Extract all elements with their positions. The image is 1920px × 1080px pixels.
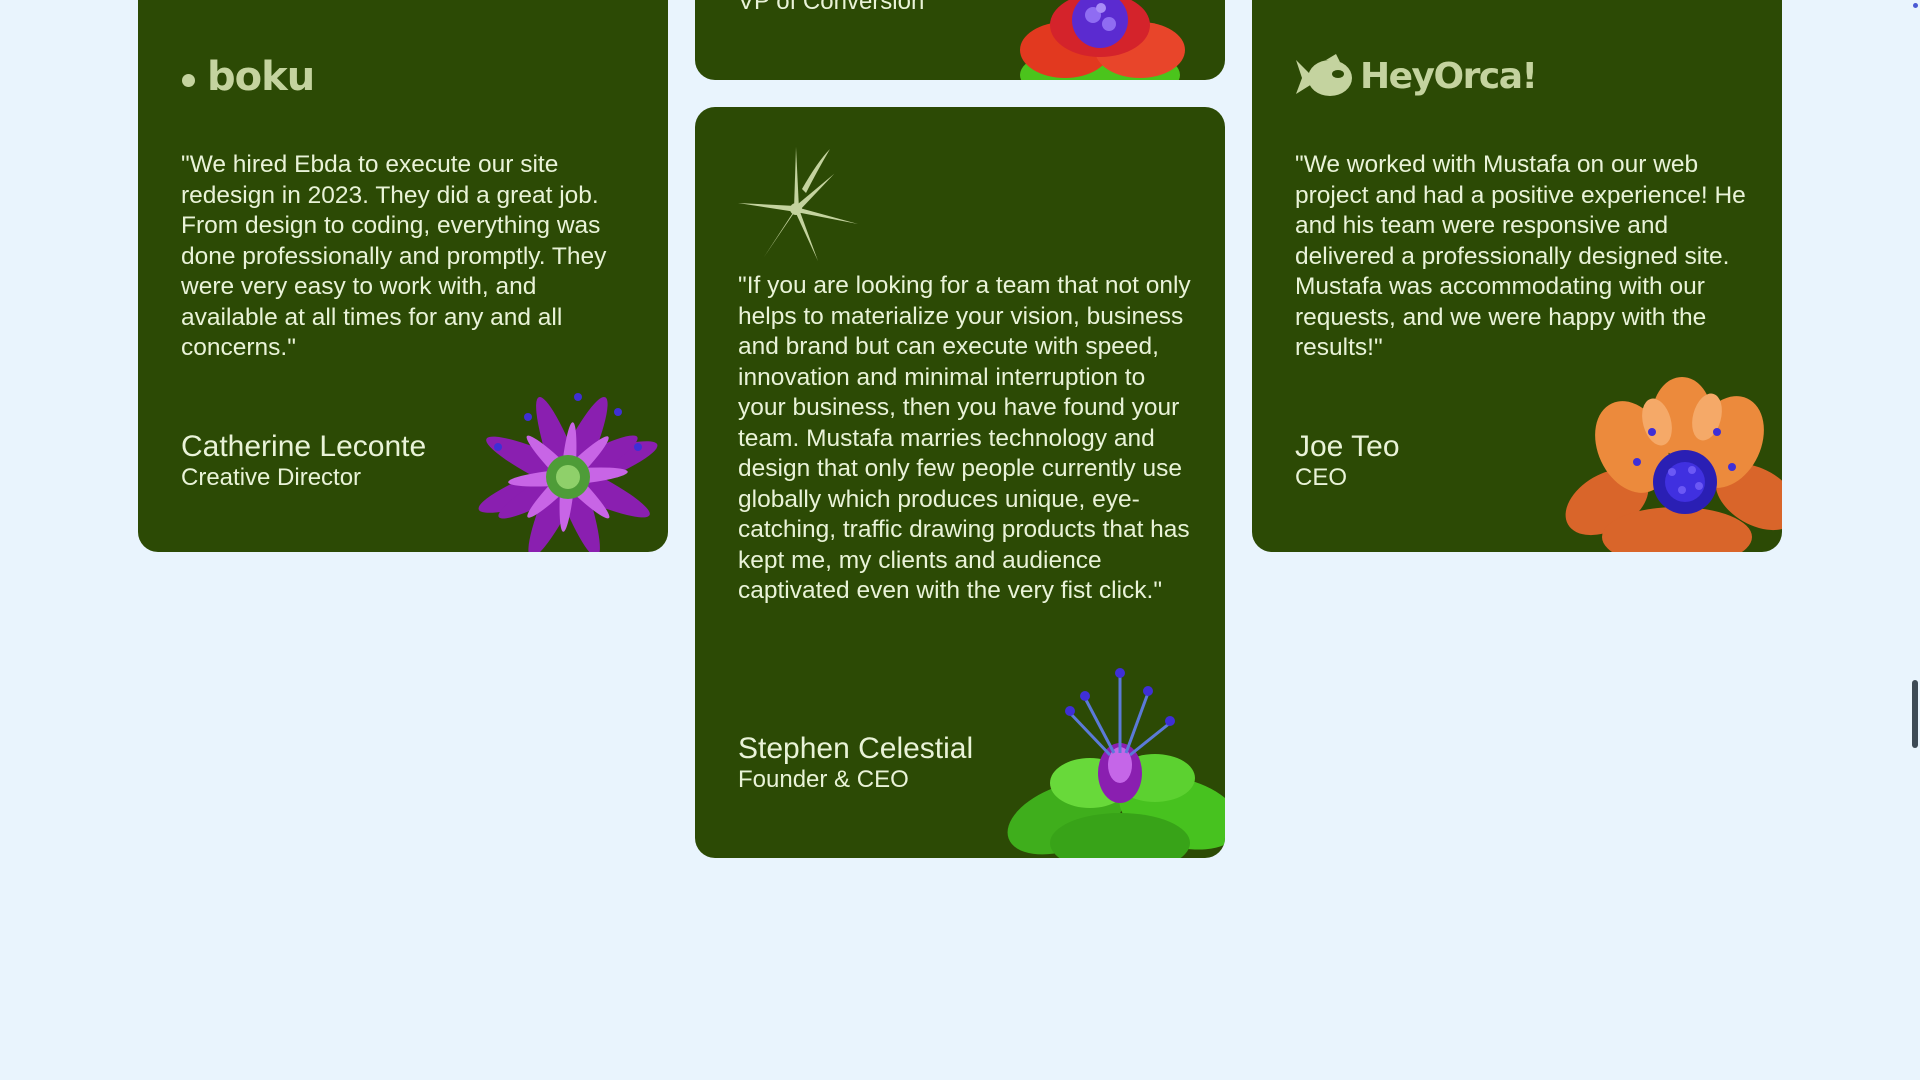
- boku-logo: boku: [182, 54, 315, 100]
- person-name: Joe Teo: [1295, 430, 1400, 463]
- person-role: VP of Conversion: [738, 0, 925, 15]
- red-flower-image: [1020, 0, 1185, 80]
- testimonial-quote: "We hired Ebda to execute our site redes…: [181, 151, 607, 361]
- corner-indicator-dot: [1913, 3, 1918, 8]
- green-succulent-flower-image: [1007, 668, 1225, 858]
- purple-flower-image: [478, 393, 658, 552]
- heyorca-logo: HeyOrca!: [1296, 54, 1538, 98]
- person-role: Founder & CEO: [738, 766, 909, 793]
- testimonial-author: Joe Teo CEO: [1295, 430, 1400, 492]
- orca-icon: [1296, 54, 1352, 96]
- boku-logo-text: boku: [207, 54, 315, 100]
- testimonial-author: Stephen Celestial Founder & CEO: [738, 732, 973, 794]
- testimonial-card-heyorca: HeyOrca! "We worked with Mustafa on our …: [1252, 0, 1782, 552]
- orange-flower-image: [1565, 377, 1782, 552]
- testimonial-quote: "We worked with Mustafa on our web proje…: [1295, 151, 1746, 361]
- testimonials-section: VP of Conversion boku "We hired Ebda to …: [0, 0, 1920, 1080]
- testimonial-quote: "If you are looking for a team that not …: [738, 272, 1191, 604]
- boku-dot-icon: [182, 73, 195, 87]
- testimonial-card-boku: boku "We hired Ebda to execute our site …: [138, 0, 668, 552]
- testimonial-card-stephen: "If you are looking for a team that not …: [695, 107, 1225, 858]
- testimonial-author: Catherine Leconte Creative Director: [181, 430, 426, 492]
- heyorca-logo-text: HeyOrca!: [1360, 55, 1538, 97]
- testimonial-card-top: VP of Conversion: [695, 0, 1225, 80]
- starburst-logo: [738, 143, 860, 263]
- scrollbar-thumb[interactable]: [1912, 680, 1918, 748]
- person-name: Catherine Leconte: [181, 430, 427, 463]
- person-role: CEO: [1295, 464, 1348, 491]
- person-role: Creative Director: [181, 464, 362, 491]
- starburst-icon: [738, 147, 858, 261]
- person-name: Stephen Celestial: [738, 732, 974, 765]
